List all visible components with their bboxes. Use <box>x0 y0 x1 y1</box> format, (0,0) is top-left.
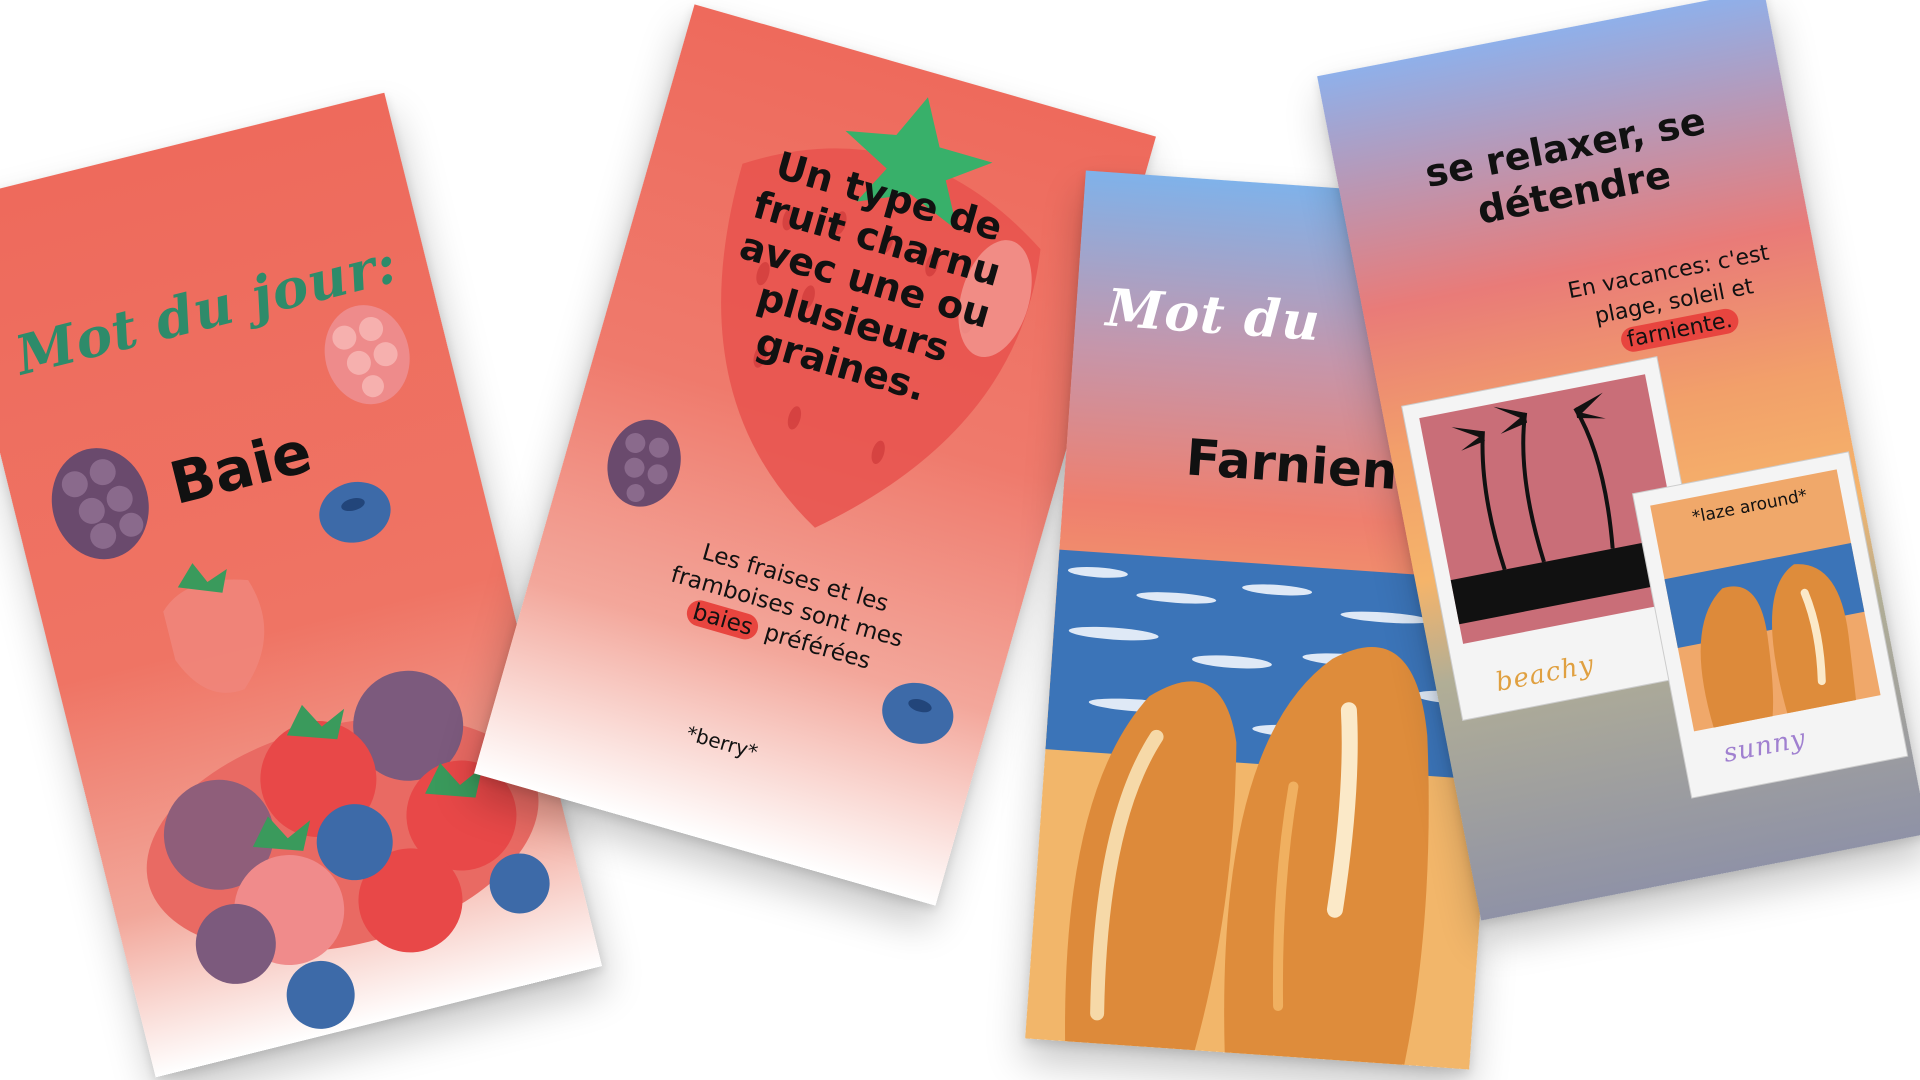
blueberry-icon <box>319 481 391 543</box>
blackberry-icon <box>607 419 681 507</box>
card-baie-front: Mot du jour: Baie <box>0 92 603 1078</box>
berry-illustration <box>51 305 550 1029</box>
strawberry-icon <box>163 563 265 693</box>
